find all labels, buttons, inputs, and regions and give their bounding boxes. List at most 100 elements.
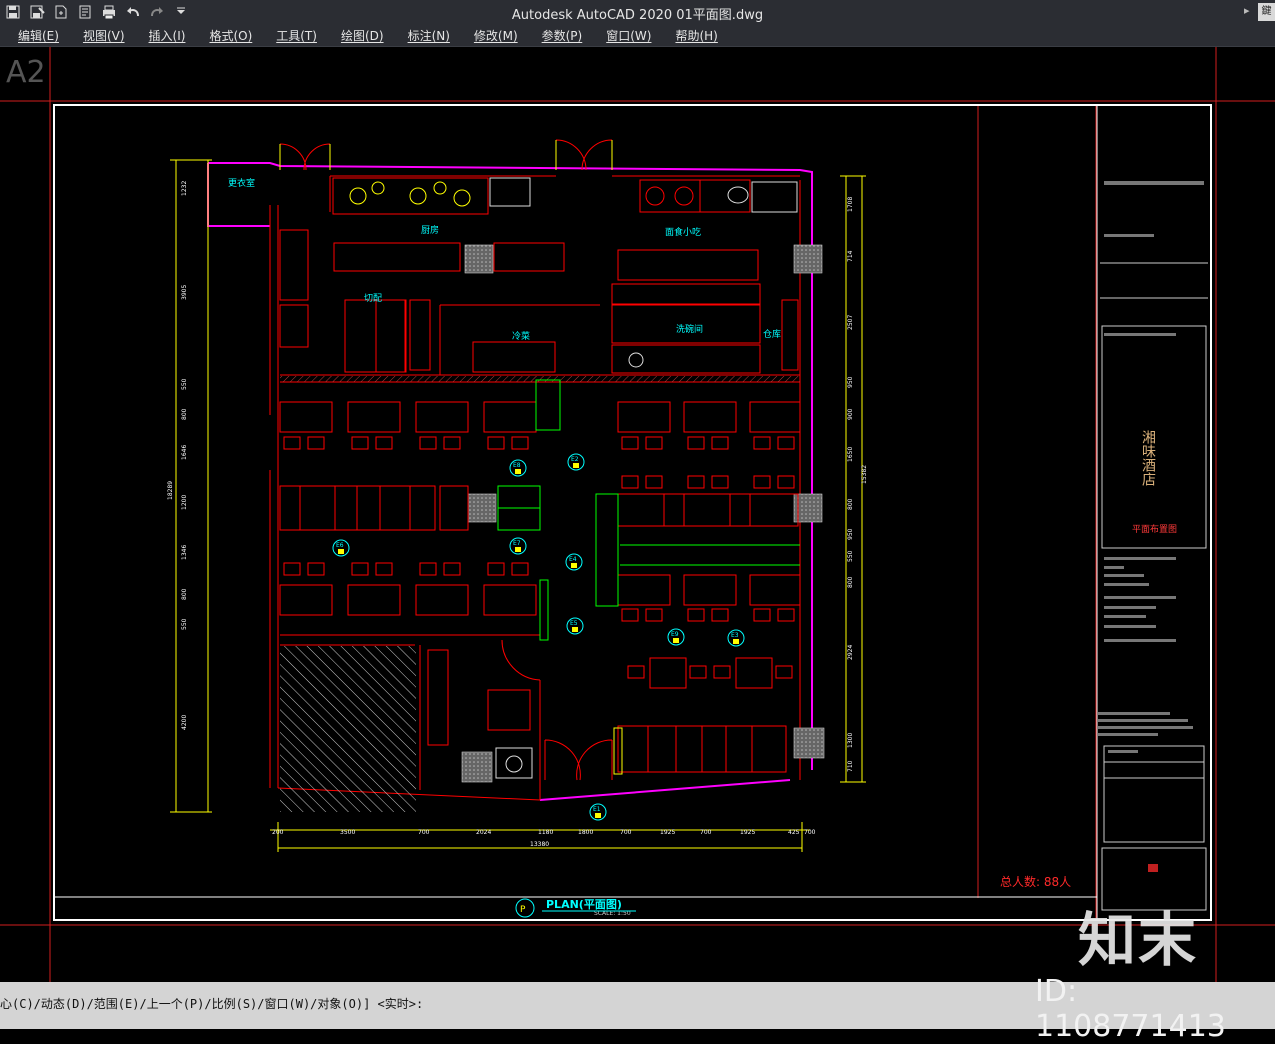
dimension-left-total: 18289 bbox=[167, 481, 174, 500]
dimensions-left bbox=[170, 159, 212, 813]
sheet-boundary bbox=[0, 47, 1275, 982]
chair bbox=[307, 436, 325, 450]
chair bbox=[487, 562, 505, 576]
dimension-right: 550 bbox=[847, 550, 854, 562]
menu-modify[interactable]: 修改(M) bbox=[462, 27, 530, 44]
chair bbox=[711, 608, 729, 622]
dimension-bottom: 700 bbox=[700, 829, 712, 836]
dimension-left: 550 bbox=[181, 378, 188, 390]
dimension-bottom: 700 bbox=[804, 829, 816, 836]
room-label-cold: 冷菜 bbox=[512, 330, 530, 342]
menu-parameters[interactable]: 参数(P) bbox=[530, 27, 595, 44]
chair bbox=[777, 608, 795, 622]
dimension-bottom: 700 bbox=[418, 829, 430, 836]
open-icon[interactable] bbox=[50, 2, 72, 22]
chair bbox=[487, 436, 505, 450]
menu-draw[interactable]: 绘图(D) bbox=[329, 27, 396, 44]
plan-title-marker: P bbox=[520, 905, 526, 915]
chairs bbox=[283, 436, 795, 679]
room-label-storage: 仓库 bbox=[763, 328, 781, 340]
dimension-bottom: 3500 bbox=[340, 829, 355, 836]
room-label-wash: 洗碗间 bbox=[676, 323, 703, 335]
svg-text:E6: E6 bbox=[336, 542, 344, 549]
publish-icon[interactable] bbox=[74, 2, 96, 22]
drawing-svg: A2 湘味酒店 平面布置图 总人数: 88人 P PLAN(平面图) SCALE… bbox=[0, 47, 1275, 982]
chair bbox=[689, 665, 707, 679]
dimension-right: 710 bbox=[847, 760, 854, 772]
sheet-size-label: A2 bbox=[6, 55, 46, 90]
door-frames bbox=[279, 140, 613, 170]
redo-icon[interactable] bbox=[146, 2, 168, 22]
menu-tools[interactable]: 工具(T) bbox=[264, 27, 329, 44]
project-name: 湘味酒店 bbox=[1140, 430, 1156, 486]
dimension-right: 800 bbox=[847, 498, 854, 510]
dimension-left: 1200 bbox=[181, 495, 188, 510]
watermark-logo: 知末 bbox=[1078, 906, 1199, 974]
dimension-left: 800 bbox=[181, 588, 188, 600]
dimension-bottom: 425 bbox=[788, 829, 800, 836]
chair bbox=[687, 608, 705, 622]
chair bbox=[711, 436, 729, 450]
save-icon[interactable] bbox=[2, 2, 24, 22]
quick-access-toolbar bbox=[0, 0, 192, 24]
hatched-area bbox=[280, 646, 416, 812]
svg-text:E3: E3 bbox=[731, 632, 739, 639]
dimension-right: 1300 bbox=[847, 733, 854, 748]
chair bbox=[627, 665, 645, 679]
room-label-prep: 切配 bbox=[364, 293, 382, 304]
plot-icon[interactable] bbox=[98, 2, 120, 22]
menu-insert[interactable]: 插入(I) bbox=[137, 27, 198, 44]
chair bbox=[511, 436, 529, 450]
command-prompt: 心(C)/动态(D)/范围(E)/上一个(P)/比例(S)/窗口(W)/对象(O… bbox=[0, 997, 424, 1011]
dimension-right: 1708 bbox=[847, 197, 854, 212]
menu-view[interactable]: 视图(V) bbox=[71, 27, 137, 44]
dimension-right: 800 bbox=[847, 576, 854, 588]
dimension-right: 714 bbox=[847, 250, 854, 262]
customize-dropdown-icon[interactable] bbox=[170, 2, 192, 22]
dimension-bottom: 1800 bbox=[578, 829, 593, 836]
chair bbox=[645, 608, 663, 622]
svg-text:E9: E9 bbox=[671, 631, 679, 638]
dimension-bottom: 1180 bbox=[538, 829, 553, 836]
undo-icon[interactable] bbox=[122, 2, 144, 22]
menu-bar: 编辑(E) 视图(V) 插入(I) 格式(O) 工具(T) 绘图(D) 标注(N… bbox=[0, 24, 1275, 47]
menu-dimension[interactable]: 标注(N) bbox=[396, 27, 462, 44]
chair bbox=[375, 436, 393, 450]
chair bbox=[711, 475, 729, 489]
menu-edit[interactable]: 编辑(E) bbox=[0, 27, 71, 44]
chair bbox=[283, 562, 301, 576]
title-more-icon[interactable]: ▸ bbox=[1244, 4, 1250, 17]
chair bbox=[419, 436, 437, 450]
chair bbox=[283, 436, 301, 450]
drawing-canvas[interactable]: A2 湘味酒店 平面布置图 总人数: 88人 P PLAN(平面图) SCALE… bbox=[0, 47, 1275, 982]
dimension-left: 550 bbox=[181, 618, 188, 630]
menu-help[interactable]: 帮助(H) bbox=[663, 27, 729, 44]
elevation-marker: E9 bbox=[667, 628, 685, 646]
dimension-left: 800 bbox=[181, 408, 188, 420]
chair bbox=[351, 562, 369, 576]
chair bbox=[307, 562, 325, 576]
search-icon[interactable]: 鍵 bbox=[1258, 3, 1275, 21]
elevation-marker: E2 bbox=[567, 453, 585, 471]
save-as-icon[interactable] bbox=[26, 2, 48, 22]
elevation-marker: E5 bbox=[566, 617, 584, 635]
elevation-marker: E4 bbox=[565, 553, 583, 571]
elevation-marker: E6 bbox=[332, 539, 350, 557]
service-counters bbox=[497, 379, 800, 775]
dimension-left: 1232 bbox=[181, 181, 188, 196]
elevation-marker: E8 bbox=[509, 459, 527, 477]
menu-window[interactable]: 窗口(W) bbox=[594, 27, 663, 44]
room-label-noodle: 面食小吃 bbox=[665, 226, 701, 238]
chair bbox=[777, 475, 795, 489]
chair bbox=[351, 436, 369, 450]
chair bbox=[687, 475, 705, 489]
dimension-bottom: 1925 bbox=[740, 829, 755, 836]
svg-text:E8: E8 bbox=[513, 462, 521, 469]
chair bbox=[687, 436, 705, 450]
chair bbox=[375, 562, 393, 576]
menu-format[interactable]: 格式(O) bbox=[197, 27, 264, 44]
chair bbox=[621, 608, 639, 622]
svg-text:E7: E7 bbox=[513, 540, 521, 547]
dimension-right-total: 15382 bbox=[861, 465, 868, 484]
dimension-bottom: 200 bbox=[272, 829, 284, 836]
